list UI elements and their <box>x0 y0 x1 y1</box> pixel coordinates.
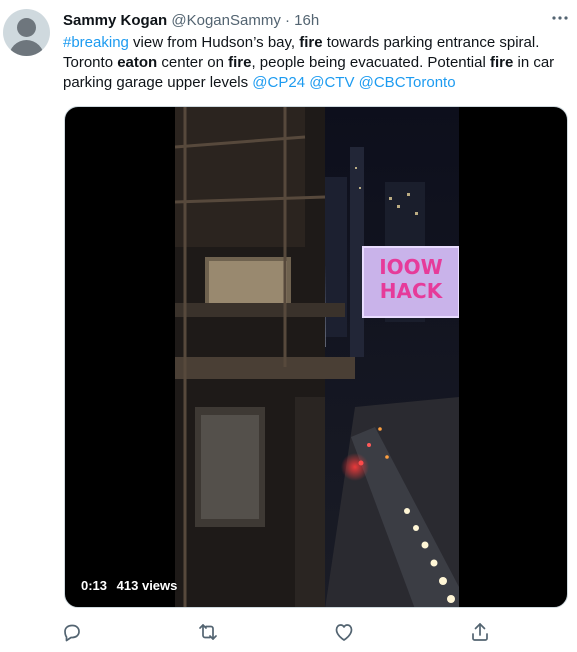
avatar-body-shape <box>9 40 44 56</box>
tweet-header: Sammy Kogan @KoganSammy · 16h <box>63 11 319 31</box>
tweet-text: #breaking view from Hudson’s bay, fire t… <box>63 33 568 93</box>
like-icon[interactable] <box>332 620 356 644</box>
tweet-text-segment: view from Hudson’s bay, <box>128 34 300 51</box>
tweet-text-segment: center on <box>157 54 229 71</box>
tweet-link[interactable]: @CP24 <box>252 74 305 91</box>
tweet-highlight: fire <box>228 54 252 71</box>
video-frame[interactable]: IOOW HACK <box>175 107 459 607</box>
tweet-link[interactable]: @CTV <box>309 74 354 91</box>
video-info-overlay: 0:13 413 views <box>81 578 183 593</box>
tweet-link[interactable]: @CBCToronto <box>359 74 456 91</box>
reply-icon[interactable] <box>60 620 84 644</box>
action-bar <box>60 620 530 644</box>
billboard-line-1: IOOW <box>379 255 443 279</box>
share-icon[interactable] <box>468 620 492 644</box>
tweet-time[interactable]: 16h <box>294 12 319 29</box>
video-player[interactable]: IOOW HACK 0:13 413 views <box>64 106 568 608</box>
billboard-text: IOOW HACK <box>363 255 459 303</box>
retweet-icon[interactable] <box>196 620 220 644</box>
author-handle[interactable]: @KoganSammy <box>171 12 280 29</box>
tweet-highlight: eaton <box>117 54 158 71</box>
avatar-head-shape <box>17 18 36 37</box>
tweet-link[interactable]: #breaking <box>63 34 129 51</box>
more-icon[interactable] <box>548 6 572 30</box>
tweet-highlight: fire <box>489 54 514 71</box>
tweet-highlight: fire <box>299 34 323 51</box>
tweet-text-segment: , people being evacuated. Potential <box>251 54 490 71</box>
author-name[interactable]: Sammy Kogan <box>63 12 167 29</box>
header-separator: · <box>285 12 290 29</box>
tweet-card[interactable]: Sammy Kogan @KoganSammy · 16h #breaking … <box>0 0 577 652</box>
billboard-line-2: HACK <box>379 279 443 303</box>
video-views: 413 views <box>116 578 178 593</box>
video-duration: 0:13 <box>81 578 108 593</box>
avatar[interactable] <box>3 9 50 56</box>
